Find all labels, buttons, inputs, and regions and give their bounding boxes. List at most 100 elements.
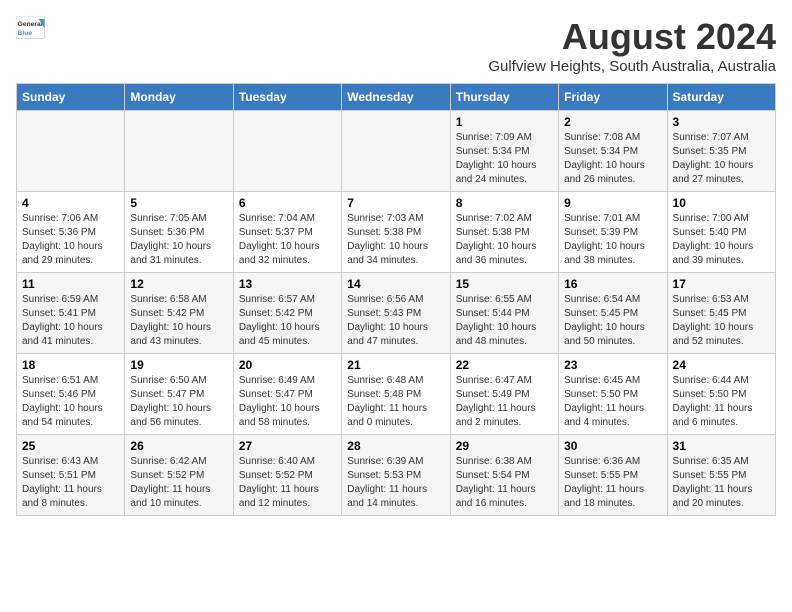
day-number: 12: [130, 277, 227, 291]
day-info: Sunrise: 6:57 AM Sunset: 5:42 PM Dayligh…: [239, 293, 336, 349]
day-info: Sunrise: 6:45 AM Sunset: 5:50 PM Dayligh…: [564, 374, 661, 430]
day-number: 14: [347, 277, 444, 291]
day-info: Sunrise: 7:01 AM Sunset: 5:39 PM Dayligh…: [564, 212, 661, 268]
calendar-cell: 10Sunrise: 7:00 AM Sunset: 5:40 PM Dayli…: [667, 192, 775, 273]
day-number: 10: [673, 196, 770, 210]
day-number: 11: [22, 277, 119, 291]
calendar-week-4: 18 Sunrise: 6:51 AM Sunset: 5:46 PM Dayli…: [17, 354, 776, 435]
calendar-cell: 6Sunrise: 7:04 AM Sunset: 5:37 PM Daylig…: [233, 192, 341, 273]
day-number: 8: [456, 196, 553, 210]
day-number: 30: [564, 439, 661, 453]
day-header-saturday: Saturday: [667, 84, 775, 111]
day-info: Sunrise: 6:48 AM Sunset: 5:48 PM Dayligh…: [347, 374, 444, 430]
day-info: Sunrise: 6:43 AM Sunset: 5:51 PM Dayligh…: [22, 455, 119, 511]
day-info: Sunrise: 6:49 AM Sunset: 5:47 PM Dayligh…: [239, 374, 336, 430]
day-number: 28: [347, 439, 444, 453]
day-number: 23: [564, 358, 661, 372]
day-number: 9: [564, 196, 661, 210]
calendar-cell: 3 Sunrise: 7:07 AM Sunset: 5:35 PM Daylig…: [667, 111, 775, 192]
main-title: August 2024: [488, 16, 776, 58]
title-block: August 2024 Gulfview Heights, South Aust…: [488, 16, 776, 75]
day-number: 15: [456, 277, 553, 291]
calendar-cell: 12 Sunrise: 6:58 AM Sunset: 5:42 PM Dayli…: [125, 273, 233, 354]
calendar-cell: [125, 111, 233, 192]
day-info: Sunrise: 6:42 AM Sunset: 5:52 PM Dayligh…: [130, 455, 227, 511]
calendar-table: SundayMondayTuesdayWednesdayThursdayFrid…: [16, 83, 776, 516]
calendar-cell: 7 Sunrise: 7:03 AM Sunset: 5:38 PM Daylig…: [342, 192, 450, 273]
day-info: Sunrise: 7:05 AM Sunset: 5:36 PM Dayligh…: [130, 212, 227, 268]
calendar-cell: 13 Sunrise: 6:57 AM Sunset: 5:42 PM Dayli…: [233, 273, 341, 354]
day-number: 22: [456, 358, 553, 372]
calendar-cell: 5 Sunrise: 7:05 AM Sunset: 5:36 PM Daylig…: [125, 192, 233, 273]
calendar-cell: 4Sunrise: 7:06 AM Sunset: 5:36 PM Daylig…: [17, 192, 125, 273]
day-number: 19: [130, 358, 227, 372]
day-header-thursday: Thursday: [450, 84, 558, 111]
day-number: 1: [456, 115, 553, 129]
day-info: Sunrise: 6:51 AM Sunset: 5:46 PM Dayligh…: [22, 374, 119, 430]
day-info: Sunrise: 7:08 AM Sunset: 5:34 PM Dayligh…: [564, 131, 661, 187]
calendar-cell: 18 Sunrise: 6:51 AM Sunset: 5:46 PM Dayli…: [17, 354, 125, 435]
calendar-cell: 31 Sunrise: 6:35 AM Sunset: 5:55 PM Dayli…: [667, 435, 775, 516]
day-info: Sunrise: 7:02 AM Sunset: 5:38 PM Dayligh…: [456, 212, 553, 268]
calendar-cell: 25 Sunrise: 6:43 AM Sunset: 5:51 PM Dayli…: [17, 435, 125, 516]
calendar-cell: 30Sunrise: 6:36 AM Sunset: 5:55 PM Dayli…: [559, 435, 667, 516]
calendar-week-1: 1 Sunrise: 7:09 AM Sunset: 5:34 PM Daylig…: [17, 111, 776, 192]
logo-icon: General Blue: [16, 16, 46, 40]
calendar-week-2: 4Sunrise: 7:06 AM Sunset: 5:36 PM Daylig…: [17, 192, 776, 273]
day-number: 13: [239, 277, 336, 291]
calendar-week-3: 11 Sunrise: 6:59 AM Sunset: 5:41 PM Dayli…: [17, 273, 776, 354]
day-header-monday: Monday: [125, 84, 233, 111]
page-header: General Blue August 2024 Gulfview Height…: [16, 16, 776, 75]
day-info: Sunrise: 6:44 AM Sunset: 5:50 PM Dayligh…: [673, 374, 770, 430]
day-info: Sunrise: 6:55 AM Sunset: 5:44 PM Dayligh…: [456, 293, 553, 349]
calendar-cell: 27 Sunrise: 6:40 AM Sunset: 5:52 PM Dayli…: [233, 435, 341, 516]
day-info: Sunrise: 7:09 AM Sunset: 5:34 PM Dayligh…: [456, 131, 553, 187]
day-info: Sunrise: 6:35 AM Sunset: 5:55 PM Dayligh…: [673, 455, 770, 511]
calendar-cell: 2 Sunrise: 7:08 AM Sunset: 5:34 PM Daylig…: [559, 111, 667, 192]
calendar-cell: 8 Sunrise: 7:02 AM Sunset: 5:38 PM Daylig…: [450, 192, 558, 273]
day-number: 27: [239, 439, 336, 453]
day-info: Sunrise: 6:58 AM Sunset: 5:42 PM Dayligh…: [130, 293, 227, 349]
calendar-cell: 19 Sunrise: 6:50 AM Sunset: 5:47 PM Dayli…: [125, 354, 233, 435]
calendar-week-5: 25 Sunrise: 6:43 AM Sunset: 5:51 PM Dayli…: [17, 435, 776, 516]
calendar-cell: [17, 111, 125, 192]
day-info: Sunrise: 6:40 AM Sunset: 5:52 PM Dayligh…: [239, 455, 336, 511]
day-number: 3: [673, 115, 770, 129]
day-info: Sunrise: 6:38 AM Sunset: 5:54 PM Dayligh…: [456, 455, 553, 511]
day-number: 16: [564, 277, 661, 291]
calendar-cell: 23 Sunrise: 6:45 AM Sunset: 5:50 PM Dayli…: [559, 354, 667, 435]
day-info: Sunrise: 6:39 AM Sunset: 5:53 PM Dayligh…: [347, 455, 444, 511]
day-info: Sunrise: 6:53 AM Sunset: 5:45 PM Dayligh…: [673, 293, 770, 349]
day-number: 31: [673, 439, 770, 453]
day-header-wednesday: Wednesday: [342, 84, 450, 111]
day-number: 2: [564, 115, 661, 129]
day-number: 7: [347, 196, 444, 210]
day-number: 26: [130, 439, 227, 453]
day-header-tuesday: Tuesday: [233, 84, 341, 111]
day-info: Sunrise: 7:07 AM Sunset: 5:35 PM Dayligh…: [673, 131, 770, 187]
logo: General Blue: [16, 16, 46, 40]
calendar-cell: 26 Sunrise: 6:42 AM Sunset: 5:52 PM Dayli…: [125, 435, 233, 516]
calendar-cell: 28 Sunrise: 6:39 AM Sunset: 5:53 PM Dayli…: [342, 435, 450, 516]
day-info: Sunrise: 7:03 AM Sunset: 5:38 PM Dayligh…: [347, 212, 444, 268]
calendar-cell: 20Sunrise: 6:49 AM Sunset: 5:47 PM Dayli…: [233, 354, 341, 435]
day-number: 25: [22, 439, 119, 453]
day-info: Sunrise: 7:06 AM Sunset: 5:36 PM Dayligh…: [22, 212, 119, 268]
day-info: Sunrise: 7:04 AM Sunset: 5:37 PM Dayligh…: [239, 212, 336, 268]
calendar-cell: 16 Sunrise: 6:54 AM Sunset: 5:45 PM Dayli…: [559, 273, 667, 354]
day-number: 5: [130, 196, 227, 210]
calendar-cell: [233, 111, 341, 192]
calendar-cell: 1 Sunrise: 7:09 AM Sunset: 5:34 PM Daylig…: [450, 111, 558, 192]
day-info: Sunrise: 6:47 AM Sunset: 5:49 PM Dayligh…: [456, 374, 553, 430]
day-number: 18: [22, 358, 119, 372]
calendar-cell: 15 Sunrise: 6:55 AM Sunset: 5:44 PM Dayli…: [450, 273, 558, 354]
subtitle: Gulfview Heights, South Australia, Austr…: [488, 58, 776, 75]
day-info: Sunrise: 6:50 AM Sunset: 5:47 PM Dayligh…: [130, 374, 227, 430]
svg-text:General: General: [18, 21, 43, 28]
day-number: 29: [456, 439, 553, 453]
day-info: Sunrise: 6:59 AM Sunset: 5:41 PM Dayligh…: [22, 293, 119, 349]
calendar-cell: 29 Sunrise: 6:38 AM Sunset: 5:54 PM Dayli…: [450, 435, 558, 516]
day-number: 21: [347, 358, 444, 372]
day-header-sunday: Sunday: [17, 84, 125, 111]
day-info: Sunrise: 6:54 AM Sunset: 5:45 PM Dayligh…: [564, 293, 661, 349]
